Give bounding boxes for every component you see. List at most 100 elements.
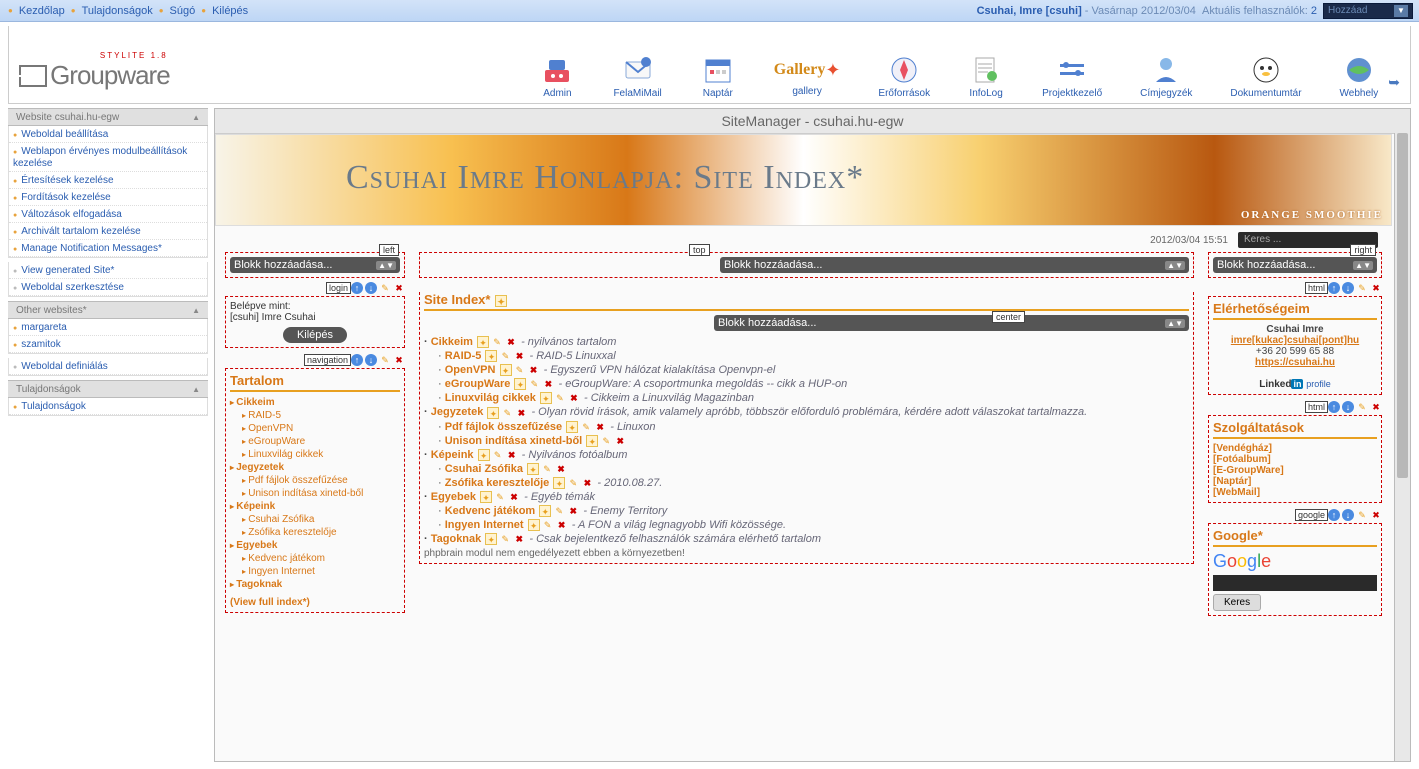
add-block-center[interactable]: Blokk hozzáadása...▲▼: [714, 315, 1189, 331]
page-link[interactable]: Cikkeim: [431, 336, 473, 348]
page-link[interactable]: Kedvenc játékom: [445, 505, 535, 517]
sidebar-item[interactable]: Fordítások kezelése: [9, 189, 207, 206]
app-felamimail[interactable]: FelaMiMail: [613, 54, 661, 99]
sidebar-item[interactable]: Értesítések kezelése: [9, 172, 207, 189]
linkedin-profile[interactable]: profile: [1306, 379, 1331, 389]
nav-logout[interactable]: Kilépés: [212, 5, 248, 17]
page-link[interactable]: OpenVPN: [445, 364, 496, 376]
app-admin[interactable]: Admin: [539, 54, 575, 99]
logout-button[interactable]: Kilépés: [283, 327, 347, 343]
add-dropdown[interactable]: Hozzáad▼: [1323, 3, 1413, 19]
app-infolog[interactable]: InfoLog: [968, 54, 1004, 99]
new-icon[interactable]: ✦: [485, 533, 497, 545]
new-icon[interactable]: ✦: [586, 435, 598, 447]
page-link[interactable]: Ingyen Internet: [445, 519, 524, 531]
page-link[interactable]: Csuhai Zsófika: [445, 463, 523, 475]
page-link[interactable]: Egyebek: [431, 491, 476, 503]
new-icon[interactable]: ✦: [487, 407, 499, 419]
nav-props[interactable]: Tulajdonságok: [82, 5, 153, 17]
delete-icon[interactable]: ✖: [581, 477, 593, 489]
app-gallery[interactable]: Gallery✦gallery: [774, 54, 841, 99]
delete-icon[interactable]: ✖: [567, 505, 579, 517]
section-other[interactable]: Other websites*▲: [8, 301, 208, 319]
new-icon[interactable]: ✦: [500, 364, 512, 376]
delete-icon[interactable]: ✖: [614, 435, 626, 447]
sidebar-item[interactable]: Tulajdonságok: [9, 398, 207, 415]
contact-email[interactable]: imre[kukac]csuhai[pont]hu: [1231, 335, 1359, 346]
add-block-left[interactable]: Blokk hozzáadása...▲▼: [230, 257, 400, 273]
edit-icon[interactable]: ✎: [542, 519, 554, 531]
edit-icon[interactable]: ✎: [379, 282, 391, 294]
delete-icon[interactable]: ✖: [505, 336, 517, 348]
service-link[interactable]: [WebMail]: [1213, 487, 1377, 498]
move-up-icon[interactable]: ↑: [351, 282, 363, 294]
page-link[interactable]: Linuxvilág cikkek: [445, 392, 536, 404]
app-projektkezelő[interactable]: Projektkezelő: [1042, 54, 1102, 99]
page-link[interactable]: eGroupWare: [445, 378, 511, 390]
sidebar-item[interactable]: szamitok: [9, 336, 207, 353]
sidebar-item[interactable]: Weboldal definiálás: [9, 358, 207, 375]
sidebar-item[interactable]: Weboldal beállítása: [9, 126, 207, 143]
new-icon[interactable]: ✦: [528, 519, 540, 531]
sidebar-item[interactable]: margareta: [9, 319, 207, 336]
edit-icon[interactable]: ✎: [580, 421, 592, 433]
page-link[interactable]: Zsófika keresztelője: [445, 477, 550, 489]
delete-icon[interactable]: ✖: [506, 449, 518, 461]
page-link[interactable]: Képeink: [431, 449, 474, 461]
edit-icon[interactable]: ✎: [491, 336, 503, 348]
edit-icon[interactable]: ✎: [499, 350, 511, 362]
page-link[interactable]: Pdf fájlok összefűzése: [445, 421, 562, 433]
page-link[interactable]: RAID-5: [445, 350, 482, 362]
sidebar-item[interactable]: Weboldal szerkesztése: [9, 279, 207, 296]
nav-subitem[interactable]: RAID-5: [242, 409, 400, 422]
nav-item[interactable]: Cikkeim: [230, 396, 400, 409]
app-erőforrások[interactable]: Erőforrások: [878, 54, 930, 99]
add-block-right[interactable]: Blokk hozzáadása...▲▼: [1213, 257, 1377, 273]
edit-icon[interactable]: ✎: [528, 378, 540, 390]
edit-icon[interactable]: ✎: [494, 491, 506, 503]
nav-item[interactable]: Jegyzetek: [230, 461, 400, 474]
nav-subitem[interactable]: Zsófika keresztelője: [242, 526, 400, 539]
nav-home[interactable]: Kezdőlap: [19, 5, 65, 17]
edit-icon[interactable]: ✎: [553, 505, 565, 517]
page-link[interactable]: Tagoknak: [431, 533, 482, 545]
sidebar-item[interactable]: Változások elfogadása: [9, 206, 207, 223]
expand-icon[interactable]: ➥: [1388, 74, 1400, 91]
sidebar-item[interactable]: Manage Notification Messages*: [9, 240, 207, 257]
google-search-button[interactable]: Keres: [1213, 594, 1261, 611]
linkedin-icon[interactable]: in: [1291, 379, 1303, 389]
sidebar-item[interactable]: View generated Site*: [9, 262, 207, 279]
edit-icon[interactable]: ✎: [501, 407, 513, 419]
delete-icon[interactable]: ✖: [594, 421, 606, 433]
sidebar-item[interactable]: Weblapon érvényes modulbeállítások kezel…: [9, 143, 207, 172]
new-icon[interactable]: ✦: [539, 505, 551, 517]
edit-icon[interactable]: ✎: [492, 449, 504, 461]
service-link[interactable]: [Vendégház]: [1213, 443, 1377, 454]
nav-item[interactable]: Tagoknak: [230, 578, 400, 591]
new-icon[interactable]: ✦: [514, 378, 526, 390]
service-link[interactable]: [E-GroupWare]: [1213, 465, 1377, 476]
new-icon[interactable]: ✦: [495, 295, 507, 307]
edit-icon[interactable]: ✎: [600, 435, 612, 447]
edit-icon[interactable]: ✎: [499, 533, 511, 545]
edit-icon[interactable]: ✎: [567, 477, 579, 489]
edit-icon[interactable]: ✎: [554, 392, 566, 404]
page-link[interactable]: Jegyzetek: [431, 406, 484, 418]
delete-icon[interactable]: ✖: [513, 350, 525, 362]
nav-subitem[interactable]: Ingyen Internet: [242, 565, 400, 578]
app-naptár[interactable]: Naptár: [700, 54, 736, 99]
new-icon[interactable]: ✦: [527, 463, 539, 475]
view-full-index[interactable]: (View full index*): [230, 597, 310, 608]
app-címjegyzék[interactable]: Címjegyzék: [1140, 54, 1192, 99]
delete-icon[interactable]: ✖: [556, 519, 568, 531]
delete-icon[interactable]: ✖: [542, 378, 554, 390]
nav-item[interactable]: Képeink: [230, 500, 400, 513]
nav-subitem[interactable]: Unison indítása xinetd-ből: [242, 487, 400, 500]
nav-item[interactable]: Egyebek: [230, 539, 400, 552]
section-props[interactable]: Tulajdonságok▲: [8, 380, 208, 398]
section-website[interactable]: Website csuhai.hu-egw▲: [8, 108, 208, 126]
nav-subitem[interactable]: Linuxvilág cikkek: [242, 448, 400, 461]
service-link[interactable]: [Naptár]: [1213, 476, 1377, 487]
scrollbar-thumb[interactable]: [1397, 133, 1408, 478]
nav-subitem[interactable]: Pdf fájlok összefűzése: [242, 474, 400, 487]
